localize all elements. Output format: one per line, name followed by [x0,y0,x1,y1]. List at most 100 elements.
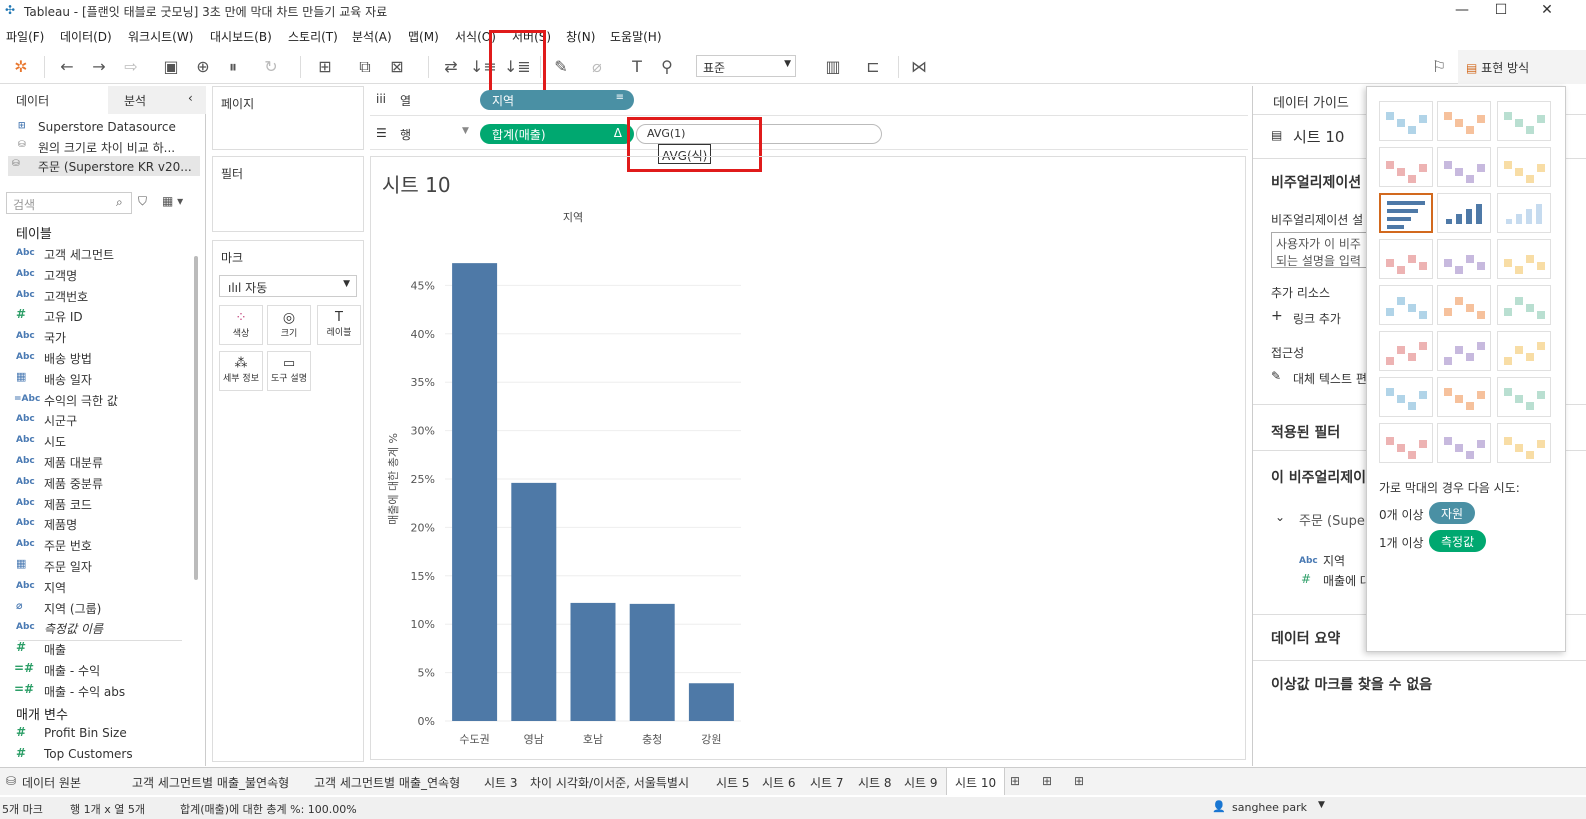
presentation-icon[interactable]: ⊏ [862,56,884,78]
show-me-button[interactable]: ▤ 표현 방식 [1458,50,1586,84]
chart-type-thumbnail[interactable] [1497,423,1551,463]
chart-type-thumbnail[interactable] [1379,147,1433,187]
chart-type-thumbnail[interactable] [1437,331,1491,371]
fit-dropdown[interactable]: 표준 ▼ [696,55,796,77]
maximize-button[interactable]: ☐ [1484,0,1518,22]
field-item[interactable]: Abc 주문 번호 [0,535,200,555]
add-link-button[interactable]: 링크 추가 [1293,310,1341,327]
chart-type-thumbnail[interactable] [1497,147,1551,187]
new-worksheet-icon[interactable]: ⊞ [1010,774,1020,788]
field-item[interactable]: Abc 국가 [0,327,200,347]
size-button[interactable]: ◎ 크기 [267,305,311,345]
chart-type-thumbnail[interactable] [1437,239,1491,279]
chart-type-thumbnail[interactable] [1379,193,1433,233]
field-item[interactable]: ▦ 배송 일자 [0,369,200,389]
filter-icon[interactable]: ⛉ [138,194,147,209]
menu-file[interactable]: 파일(F) [6,28,44,45]
menu-dashboard[interactable]: 대시보드(B) [210,28,272,45]
chart-type-thumbnail[interactable] [1379,101,1433,141]
swap-icon[interactable]: ⇄ [440,56,462,78]
new-worksheet-icon[interactable]: ⊞ [314,56,336,78]
menu-help[interactable]: 도움말(H) [610,28,662,45]
clear-sheet-icon[interactable]: ⊠ [386,56,408,78]
pause-updates-icon[interactable]: ⏸ [222,56,244,78]
chart-type-thumbnail[interactable] [1497,101,1551,141]
field-item[interactable]: Abc 고객 세그먼트 [0,244,200,264]
datasource-item[interactable]: ⛁ 원의 크기로 차이 비교 하... [0,137,200,157]
chevron-down-icon[interactable]: ⌄ [1275,510,1285,524]
chart-type-thumbnail[interactable] [1437,377,1491,417]
tab-sheet[interactable]: 시트 6 [762,774,796,791]
field-item[interactable]: Abc 배송 방법 [0,348,200,368]
chart-type-thumbnail[interactable] [1379,377,1433,417]
tab-sheet[interactable]: 고객 세그먼트별 매출_연속형 [314,774,460,791]
menu-window[interactable]: 창(N) [566,28,595,45]
rows-shelf[interactable]: ☰ 행 ▼ 합계(매출) Δ AVG(1) [370,120,1248,150]
minimize-button[interactable]: — [1445,0,1479,22]
undo-icon[interactable]: ← [56,56,78,78]
menu-data[interactable]: 데이터(D) [60,28,112,45]
field-item[interactable]: Abc 제품 대분류 [0,452,200,472]
chart-type-thumbnail[interactable] [1437,101,1491,141]
detail-button[interactable]: ⁂ 세부 정보 [219,351,263,391]
tooltip-button[interactable]: ▭ 도구 설명 [267,351,311,391]
tab-sheet[interactable]: 차이 시각화/이서준, 서울특별시 [530,774,689,791]
close-button[interactable]: ✕ [1530,0,1564,22]
columns-shelf[interactable]: iii 열 지역 ≡ [370,86,1248,116]
field-item[interactable]: Abc 시도 [0,431,200,451]
menu-story[interactable]: 스토리(T) [288,28,338,45]
chart-type-thumbnail[interactable] [1379,285,1433,325]
refresh-icon[interactable]: ↻ [260,56,282,78]
user-name[interactable]: sanghee park [1232,801,1307,814]
chart-type-thumbnail[interactable] [1379,423,1433,463]
datasource-item[interactable]: ⊞ Superstore Datasource [0,118,200,138]
duplicate-icon[interactable]: ⧉ [354,56,376,78]
chart-type-thumbnail[interactable] [1379,239,1433,279]
field-item[interactable]: # 매출 [0,639,200,659]
view-options-icon[interactable]: ▦ ▾ [162,194,183,208]
show-cards-icon[interactable]: ▥ [822,56,844,78]
field-item[interactable]: Abc 제품명 [0,514,200,534]
new-dashboard-icon[interactable]: ⊞ [1042,774,1052,788]
chart-type-thumbnail[interactable] [1437,423,1491,463]
pages-shelf[interactable]: 페이지 [212,86,364,150]
highlight-icon[interactable]: ✎ [550,56,572,78]
rows-pill-sum-sales[interactable]: 합계(매출) Δ [480,124,634,144]
field-item[interactable]: =# 매출 - 수익 [0,660,200,680]
alt-text-button[interactable]: 대체 텍스트 편 [1293,370,1367,387]
group-icon[interactable]: ⌀ [586,56,608,78]
field-item[interactable]: Abc 측정값 이름 [0,618,200,638]
tab-sheet[interactable]: 고객 세그먼트별 매출_불연속형 [132,774,289,791]
chart-type-thumbnail[interactable] [1437,285,1491,325]
field-item[interactable]: Abc 고객번호 [0,286,200,306]
tab-sheet-active[interactable]: 시트 10 [946,768,1006,795]
chart-type-thumbnail[interactable] [1497,331,1551,371]
chart-type-thumbnail[interactable] [1497,239,1551,279]
fix-axes-icon[interactable]: ⚲ [656,56,678,78]
chart-type-thumbnail[interactable] [1437,193,1491,233]
collapse-icon[interactable]: ‹ [188,91,193,105]
tableau-home-icon[interactable]: ✲ [10,56,32,78]
chart-type-thumbnail[interactable] [1497,377,1551,417]
field-item[interactable]: Abc 지역 [0,577,200,597]
chart-type-thumbnail[interactable] [1497,285,1551,325]
tab-sheet[interactable]: 시트 7 [810,774,844,791]
param-item[interactable]: # Profit Bin Size [0,724,200,744]
menu-map[interactable]: 맵(M) [408,28,439,45]
label-icon[interactable]: T [626,56,648,78]
columns-pill-region[interactable]: 지역 ≡ [480,90,634,110]
tab-sheet[interactable]: 시트 3 [484,774,518,791]
pin-icon[interactable]: ⚐ [1428,56,1450,78]
chart-type-thumbnail[interactable] [1497,193,1551,233]
datasource-item-selected[interactable]: ⛁ 주문 (Superstore KR v20... [8,156,200,176]
field-item[interactable]: =Abc 수익의 극한 값 [0,390,200,410]
chevron-down-icon[interactable]: ▼ [1318,800,1325,810]
field-item[interactable]: Abc 시군구 [0,410,200,430]
menu-analysis[interactable]: 분석(A) [352,28,392,45]
menu-worksheet[interactable]: 워크시트(W) [128,28,193,45]
field-item[interactable]: # 고유 ID [0,306,200,326]
field-item[interactable]: Abc 고객명 [0,265,200,285]
tab-data-source[interactable]: 데이터 원본 [22,774,81,791]
filters-shelf[interactable]: 필터 [212,156,364,232]
tab-sheet[interactable]: 시트 9 [904,774,938,791]
